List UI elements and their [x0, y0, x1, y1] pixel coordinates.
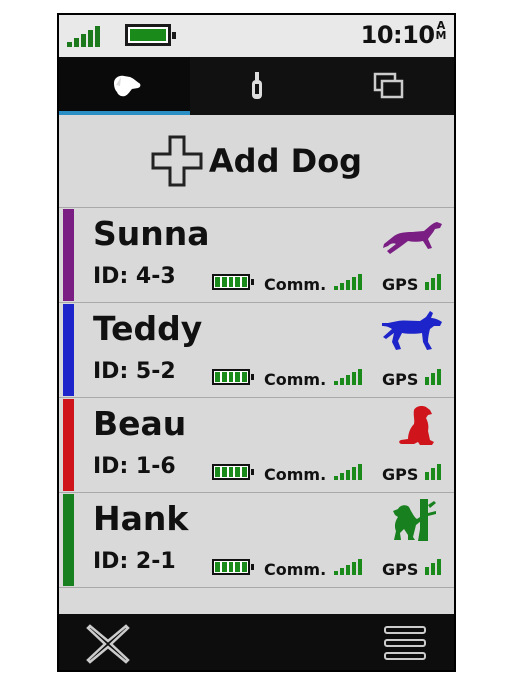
gps-label: GPS	[382, 369, 450, 389]
gps-signal-icon	[424, 559, 450, 575]
comm-signal-icon	[332, 369, 376, 385]
battery-icon	[212, 369, 254, 385]
dog-row-beau[interactable]: Beau ID: 1-6 Comm. GPS	[59, 398, 454, 492]
pointing-dog-icon	[382, 311, 442, 350]
comm-text: Comm.	[264, 370, 327, 389]
gps-text: GPS	[382, 560, 419, 579]
sitting-dog-icon	[399, 406, 434, 445]
dog-color-bar	[63, 209, 74, 301]
gps-signal-icon	[424, 369, 450, 385]
tab-bar	[59, 57, 454, 115]
tab-pages[interactable]	[323, 57, 454, 115]
dog-row-sunna[interactable]: Sunna ID: 4-3 Comm. GPS	[59, 208, 454, 302]
dog-id: ID: 2-1	[93, 549, 176, 574]
add-dog-button[interactable]: Add Dog	[59, 115, 454, 207]
tab-dogs[interactable]	[59, 57, 190, 115]
device-frame: 10:10 A M Add Dog Sunna ID: 4-3 Comm. GP…	[57, 13, 456, 672]
plus-icon	[151, 135, 203, 187]
comm-text: Comm.	[264, 275, 327, 294]
gps-text: GPS	[382, 275, 419, 294]
status-bar: 10:10 A M	[59, 15, 454, 57]
dog-row-teddy[interactable]: Teddy ID: 5-2 Comm. GPS	[59, 303, 454, 397]
menu-icon[interactable]	[383, 625, 427, 661]
comm-label: Comm.	[264, 559, 376, 579]
battery-icon	[212, 559, 254, 575]
add-dog-label: Add Dog	[208, 142, 363, 180]
dog-name: Sunna	[93, 214, 210, 253]
dog-row-hank[interactable]: Hank ID: 2-1 Comm. GPS	[59, 493, 454, 587]
comm-label: Comm.	[264, 369, 376, 389]
dog-color-bar	[63, 399, 74, 491]
clock: 10:10 A M	[360, 20, 447, 49]
gps-label: GPS	[382, 464, 450, 484]
comm-text: Comm.	[264, 560, 327, 579]
gps-text: GPS	[382, 465, 419, 484]
bottom-bar	[59, 614, 454, 670]
gps-signal-icon	[424, 274, 450, 290]
clock-time: 10:10	[360, 21, 435, 49]
comm-signal-icon	[332, 274, 376, 290]
comm-signal-icon	[332, 559, 376, 575]
comm-label: Comm.	[264, 464, 376, 484]
gps-signal-icon	[424, 464, 450, 480]
treed-dog-icon	[393, 499, 436, 541]
divider	[59, 587, 454, 588]
gps-text: GPS	[382, 370, 419, 389]
battery-icon	[212, 274, 254, 290]
collar-icon	[251, 72, 262, 99]
dog-id: ID: 4-3	[93, 264, 176, 289]
dog-list-panel: Add Dog Sunna ID: 4-3 Comm. GPS Teddy ID…	[59, 115, 454, 614]
dog-color-bar	[63, 304, 74, 396]
dog-name: Hank	[93, 499, 189, 538]
running-dog-icon	[383, 222, 442, 254]
dog-id: ID: 5-2	[93, 359, 176, 384]
pages-icon	[373, 72, 403, 99]
gps-label: GPS	[382, 274, 450, 294]
battery-icon	[212, 464, 254, 480]
gps-label: GPS	[382, 559, 450, 579]
dog-name: Beau	[93, 404, 187, 443]
close-icon[interactable]	[86, 624, 130, 664]
battery-icon	[125, 24, 176, 46]
clock-ampm-bottom: M	[435, 29, 447, 42]
comm-signal-icon	[332, 464, 376, 480]
dog-color-bar	[63, 494, 74, 586]
comm-text: Comm.	[264, 465, 327, 484]
comm-label: Comm.	[264, 274, 376, 294]
dog-name: Teddy	[93, 309, 203, 348]
tab-collars[interactable]	[191, 57, 322, 115]
dog-head-icon	[113, 75, 140, 97]
dog-id: ID: 1-6	[93, 454, 176, 479]
